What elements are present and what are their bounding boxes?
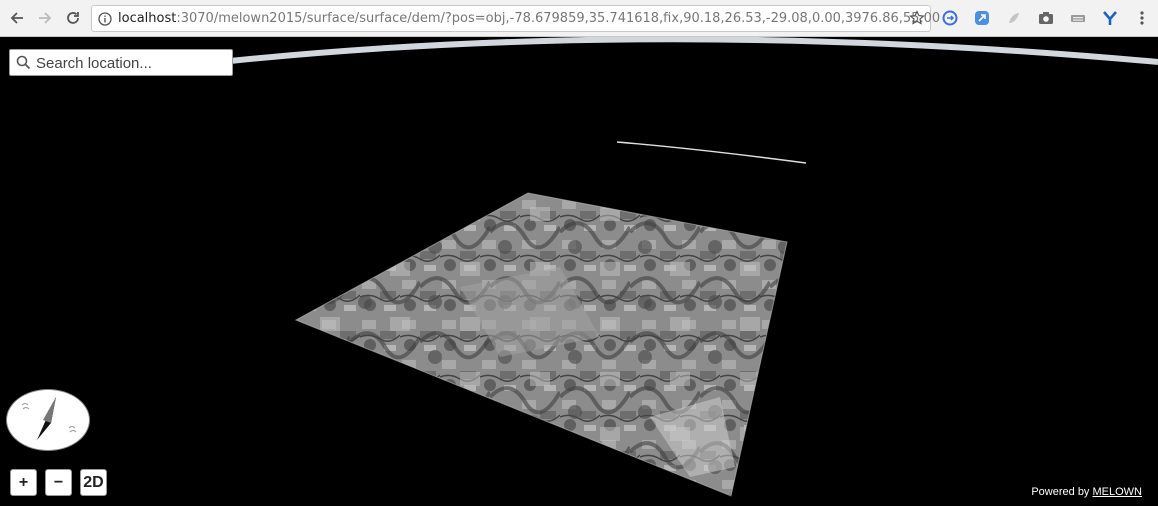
camera-icon[interactable] bbox=[1037, 9, 1055, 27]
sync-extension-icon[interactable] bbox=[941, 9, 959, 27]
search-input[interactable] bbox=[34, 52, 232, 75]
melown-link[interactable]: MELOWN bbox=[1093, 486, 1143, 498]
url-text: localhost:3070/melown2015/surface/surfac… bbox=[118, 11, 941, 26]
zoom-in-button[interactable]: + bbox=[10, 469, 37, 496]
menu-dots-icon[interactable] bbox=[1133, 9, 1151, 27]
credits-prefix: Powered by bbox=[1031, 486, 1093, 498]
reload-icon[interactable] bbox=[61, 6, 85, 30]
floating-trace-line bbox=[616, 141, 807, 164]
map-viewport[interactable]: + − 2D Powered by MELOWN bbox=[0, 37, 1158, 506]
bookmark-star-icon[interactable] bbox=[909, 10, 925, 30]
mode-2d-button[interactable]: 2D bbox=[80, 469, 107, 496]
compass[interactable] bbox=[6, 389, 90, 451]
search-icon bbox=[16, 55, 31, 74]
forward-arrow-icon[interactable] bbox=[33, 6, 57, 30]
blue-extension-icon[interactable] bbox=[973, 9, 991, 27]
zoom-out-button[interactable]: − bbox=[45, 469, 72, 496]
keyboard-icon[interactable] bbox=[1069, 9, 1087, 27]
search-box[interactable] bbox=[9, 49, 233, 76]
back-arrow-icon[interactable] bbox=[5, 6, 29, 30]
y-extension-icon[interactable] bbox=[1101, 9, 1119, 27]
info-icon[interactable] bbox=[98, 11, 112, 30]
terrain-tile[interactable] bbox=[294, 192, 788, 497]
browser-toolbar: localhost:3070/melown2015/surface/surfac… bbox=[0, 0, 1158, 37]
grey-extension-icon[interactable] bbox=[1005, 9, 1023, 27]
terrain-scene[interactable] bbox=[0, 37, 1158, 506]
credits: Powered by MELOWN bbox=[1025, 484, 1148, 500]
compass-needle-icon bbox=[21, 397, 77, 440]
address-bar[interactable]: localhost:3070/melown2015/surface/surfac… bbox=[91, 5, 940, 32]
